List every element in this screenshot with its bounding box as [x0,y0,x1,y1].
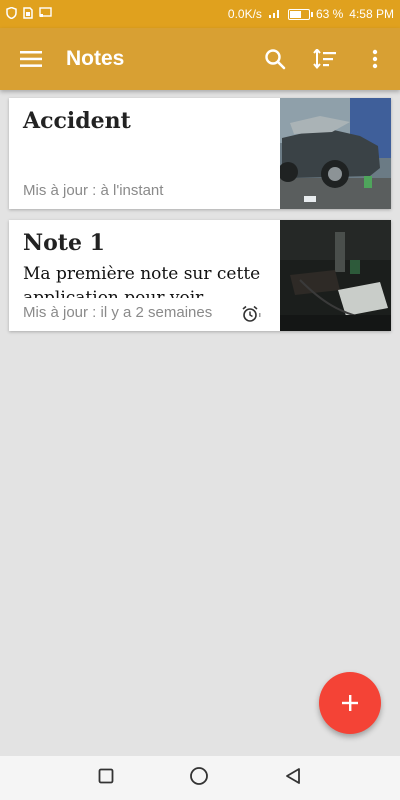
recent-apps-icon [98,768,114,783]
note-card[interactable]: Accident Mis à jour : à l'instant [9,98,391,209]
sort-button[interactable] [300,28,350,90]
add-note-button[interactable] [319,672,381,734]
app-title: Notes [66,47,125,70]
battery-percent: 63 % [315,7,344,21]
note-title: Note 1 [23,230,105,256]
clock: 4:58 PM [349,7,394,21]
note-body [23,140,273,176]
hamburger-menu-icon [20,51,42,67]
battery-icon [287,8,313,20]
note-updated: Mis à jour : il y a 2 semaines [23,304,213,321]
more-vert-icon [372,49,378,69]
note-body: Ma première note sur cette application p… [23,264,261,298]
network-speed: 0.0K/s [227,7,262,21]
plus-icon [342,695,358,711]
more-options-button[interactable] [350,28,400,90]
search-button[interactable] [250,28,300,90]
car-photo [280,98,391,209]
signal-icon [268,7,282,22]
sim-icon [23,6,33,22]
shield-icon [6,6,17,22]
navigation-bar [0,756,400,800]
note-updated: Mis à jour : à l'instant [23,182,164,199]
alarm-icon [242,305,261,322]
status-bar: 0.0K/s 63 % 4:58 PM [0,0,400,28]
cast-icon [39,7,52,21]
sort-icon [313,49,336,69]
home-icon [190,766,208,785]
notes-list: Accident Mis à jour : à l'instant Note 1… [9,98,391,342]
home-button[interactable] [189,766,209,791]
app-bar: Notes [0,28,400,90]
note-title: Accident [23,108,131,134]
recent-apps-button[interactable] [98,768,114,789]
dark-room-photo [280,220,391,331]
back-icon [286,767,301,784]
search-icon [265,49,286,70]
menu-button[interactable] [0,28,62,90]
note-card[interactable]: Note 1 Ma première note sur cette applic… [9,220,391,331]
back-button[interactable] [284,767,302,790]
